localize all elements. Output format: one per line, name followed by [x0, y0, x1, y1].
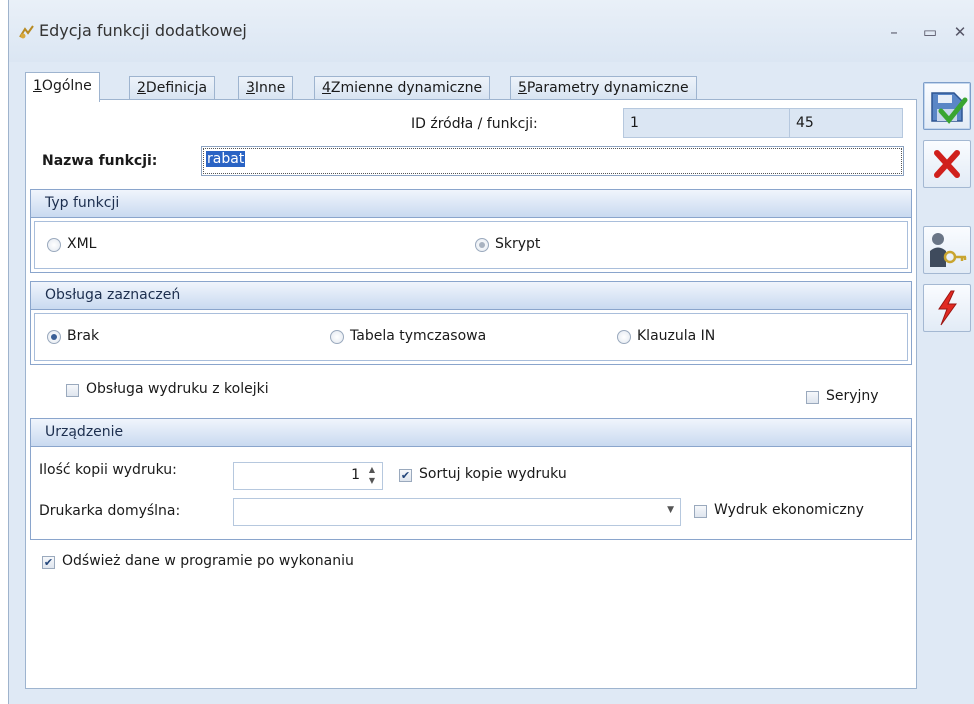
- checkbox-label: Odśwież dane w programie po wykonaniu: [62, 553, 354, 569]
- window-title: Edycja funkcji dodatkowej: [39, 21, 247, 40]
- radio-button[interactable]: [330, 330, 344, 344]
- copies-stepper[interactable]: 1 ▲ ▼: [233, 462, 383, 490]
- function-name-value: rabat: [206, 151, 246, 167]
- radio-button[interactable]: [475, 238, 489, 252]
- radio-label: Tabela tymczasowa: [350, 328, 487, 344]
- function-name-label: Nazwa funkcji:: [42, 153, 158, 169]
- urzadzenie-group: Urządzenie Ilość kopii wydruku: 1 ▲ ▼ ✔ S…: [30, 418, 912, 540]
- lightning-icon: [938, 290, 957, 326]
- group-body: Brak Tabela tymczasowa Klauzula IN: [34, 313, 908, 361]
- tab-ogolne[interactable]: 1Ogólne: [25, 72, 100, 102]
- obsluga-zaznaczen-group: Obsługa zaznaczeń Brak Tabela tymczasowa…: [30, 281, 912, 365]
- permissions-button[interactable]: [923, 226, 971, 274]
- tab-definicja[interactable]: 2Definicja: [129, 76, 216, 100]
- tab-panel-ogolne: ID źródła / funkcji: 1 / 45 Nazwa funkcj…: [25, 99, 917, 689]
- group-title: Typ funkcji: [31, 190, 911, 218]
- tab-inne[interactable]: 3Inne: [238, 76, 294, 100]
- copies-label: Ilość kopii wydruku:: [39, 462, 177, 478]
- typ-funkcji-group: Typ funkcji XML Skrypt: [30, 189, 912, 273]
- radio-button[interactable]: [47, 238, 61, 252]
- chevron-down-icon[interactable]: ▼: [667, 505, 674, 515]
- red-x-icon: [934, 150, 960, 178]
- checkbox-label: Obsługa wydruku z kolejki: [86, 381, 269, 397]
- group-body: XML Skrypt: [34, 221, 908, 269]
- checkbox[interactable]: [694, 505, 707, 518]
- title-bar[interactable]: Edycja funkcji dodatkowej – ▭ ✕: [9, 0, 974, 62]
- tab-zmienne-dynamiczne[interactable]: 4Zmienne dynamiczne: [314, 76, 491, 100]
- group-title: Obsługa zaznaczeń: [31, 282, 911, 310]
- checkbox-label: Seryjny: [826, 388, 879, 404]
- close-button[interactable]: ✕: [945, 18, 974, 46]
- tab-parametry-dynamiczne[interactable]: 5Parametry dynamiczne: [510, 76, 697, 100]
- checkbox-label: Wydruk ekonomiczny: [714, 502, 864, 518]
- radio-label: Brak: [67, 328, 100, 344]
- radio-button[interactable]: [47, 330, 61, 344]
- id-label: ID źródła / funkcji:: [411, 116, 538, 132]
- function-name-input[interactable]: rabat: [201, 146, 904, 176]
- checkbox[interactable]: ✔: [42, 556, 55, 569]
- minimize-button[interactable]: –: [879, 18, 909, 46]
- spin-arrows-icon[interactable]: ▲ ▼: [365, 464, 379, 486]
- save-check-icon: [931, 92, 968, 124]
- dialog-window: Edycja funkcji dodatkowej – ▭ ✕ 1Ogólne …: [8, 0, 974, 704]
- save-button[interactable]: [923, 82, 971, 130]
- radio-label: Skrypt: [495, 236, 541, 252]
- group-title: Urządzenie: [31, 419, 911, 447]
- radio-label: XML: [67, 236, 97, 252]
- printer-label: Drukarka domyślna:: [39, 503, 181, 519]
- checkbox[interactable]: ✔: [399, 469, 412, 482]
- function-icon: [17, 22, 37, 42]
- person-key-icon: [930, 233, 967, 267]
- radio-button[interactable]: [617, 330, 631, 344]
- copies-value: 1: [351, 467, 360, 483]
- source-id-field: 1: [623, 108, 795, 138]
- function-id-field: 45: [789, 108, 903, 138]
- execute-button[interactable]: [923, 284, 971, 332]
- checkbox[interactable]: [806, 391, 819, 404]
- checkbox-label: Sortuj kopie wydruku: [419, 466, 567, 482]
- printer-select[interactable]: ▼: [233, 498, 681, 526]
- radio-label: Klauzula IN: [637, 328, 716, 344]
- cancel-button[interactable]: [923, 140, 971, 188]
- maximize-button[interactable]: ▭: [915, 18, 945, 46]
- checkbox[interactable]: [66, 384, 79, 397]
